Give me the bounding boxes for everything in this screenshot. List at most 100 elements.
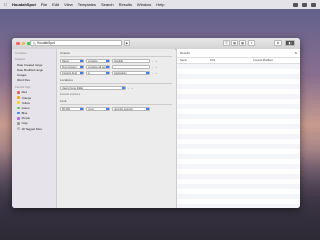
menu-templates[interactable]: Templates <box>78 2 96 7</box>
inspector-button[interactable]: ◧ <box>285 40 295 46</box>
operator-select[interactable]: contains <box>86 58 110 64</box>
value-select[interactable]: Application <box>112 70 150 76</box>
divider <box>60 56 172 57</box>
limit-order-select[interactable]: recently opened <box>112 106 150 112</box>
remove-location-icon[interactable]: − <box>128 87 130 90</box>
play-icon: ▶ <box>125 41 129 45</box>
sidebar: Templates Snippets Date Created range Da… <box>12 49 57 208</box>
menu-window[interactable]: Window <box>137 2 151 7</box>
chevron-down-icon <box>122 86 125 90</box>
tag-dot-icon <box>17 111 20 115</box>
view-columns-button[interactable]: ▦ <box>231 40 238 46</box>
criteria-value: Houdah <box>114 59 124 63</box>
sidebar-header-templates: Templates <box>15 52 27 55</box>
tag-label: Red <box>21 90 27 95</box>
exclude-row: Exclude locations <box>60 91 175 97</box>
add-criterion-icon[interactable]: + <box>156 72 158 75</box>
sort-icon[interactable]: ⇅ <box>294 51 297 55</box>
search-input[interactable]: HoudahSpot <box>37 41 55 45</box>
chevron-down-icon <box>146 71 149 75</box>
add-criterion-icon[interactable]: + <box>156 60 158 63</box>
value-field[interactable] <box>112 64 150 70</box>
divider <box>60 83 172 84</box>
tag-dot-icon <box>17 127 20 130</box>
value-field[interactable]: Houdah <box>112 58 150 64</box>
operator-select[interactable]: contains all words <box>86 64 110 70</box>
share-button[interactable]: ⇧ <box>248 40 255 46</box>
menu-help[interactable]: Help <box>156 2 164 7</box>
search-icon <box>33 41 36 45</box>
operator-select[interactable]: is <box>86 70 110 76</box>
chevron-down-icon <box>106 65 109 69</box>
add-location-icon[interactable]: + <box>132 87 134 90</box>
sidebar-item-label: Date Modified range <box>17 67 44 72</box>
sidebar-item-label: Images <box>17 72 27 77</box>
locations-header: Locations <box>60 78 73 82</box>
search-field[interactable]: HoudahSpot <box>30 40 122 46</box>
sidebar-item-label: Date Created range <box>17 62 43 67</box>
minimize-button[interactable] <box>21 41 25 46</box>
menu-view[interactable]: View <box>64 2 73 7</box>
view-gallery-button[interactable]: ▩ <box>239 40 246 46</box>
tag-all-tagged[interactable]: All Tagged Files <box>12 126 56 131</box>
location-select[interactable]: Users home folder <box>60 85 126 91</box>
chevron-down-icon <box>106 71 109 75</box>
limit-unit-select[interactable]: most <box>86 106 110 112</box>
tag-dot-icon <box>17 96 20 99</box>
results-header: Results ⇅ <box>177 49 300 58</box>
sidebar-item-label: Word files <box>17 78 30 83</box>
menu-bar:  HoudahSpot File Edit View Templates Se… <box>0 0 320 9</box>
run-search-button[interactable]: ▶ <box>124 40 130 46</box>
attribute-value: Content Kind <box>62 71 77 75</box>
limit-count-select[interactable]: 50 000 <box>60 106 84 112</box>
remove-criterion-icon[interactable]: − <box>152 66 154 69</box>
app-menu[interactable]: HoudahSpot <box>12 2 36 7</box>
location-value: Users home folder <box>62 86 84 90</box>
results-title: Results <box>180 51 191 55</box>
tag-label: Purple <box>21 116 30 121</box>
chevron-down-icon <box>146 107 149 111</box>
tag-label: Blue <box>21 111 28 116</box>
sidebar-icon: ◧ <box>288 41 292 45</box>
attribute-select[interactable]: Text Content <box>60 64 84 70</box>
column-header-modified[interactable]: Content Modified <box>250 59 273 62</box>
window-controls <box>16 41 31 46</box>
tag-label: All Tagged Files <box>21 126 42 131</box>
remove-criterion-icon[interactable]: − <box>152 60 154 63</box>
remove-criterion-icon[interactable]: − <box>152 72 154 75</box>
gear-icon: ⚙ <box>276 41 280 45</box>
spotlight-icon[interactable] <box>311 2 316 7</box>
limit-count-value: 50 000 <box>62 107 70 111</box>
chevron-down-icon <box>106 107 109 111</box>
status-icons <box>293 2 320 7</box>
menu-edit[interactable]: Edit <box>52 2 59 7</box>
sidebar-header-tags: Favorite Tags <box>15 85 31 89</box>
menu-results[interactable]: Results <box>119 2 132 7</box>
apple-icon[interactable]:  <box>4 2 7 7</box>
sidebar-item-word-files[interactable]: Word files <box>12 78 56 83</box>
action-button[interactable]: ⚙ <box>274 40 282 46</box>
menu-search[interactable]: Search <box>101 2 114 7</box>
view-list-button[interactable]: ☰ <box>223 40 230 46</box>
criteria-row: Content Kind is Application − + <box>60 70 175 76</box>
tag-dot-icon <box>17 116 20 120</box>
exclude-locations-label[interactable]: Exclude locations <box>60 93 80 96</box>
attribute-value: Name <box>62 59 69 63</box>
chevron-down-icon <box>106 59 109 63</box>
attribute-select[interactable]: Content Kind <box>60 70 84 76</box>
operator-value: contains <box>88 59 98 63</box>
attribute-select[interactable]: Name <box>60 58 84 64</box>
criteria-panel: Criteria Name contains Houdah − + Text C… <box>57 49 175 208</box>
column-header-kind[interactable]: Kind <box>207 59 250 62</box>
criteria-value: Application <box>114 71 127 75</box>
menu-file[interactable]: File <box>41 2 47 7</box>
wifi-icon[interactable] <box>293 2 298 7</box>
close-button[interactable] <box>16 41 20 46</box>
tag-label: Orange <box>21 95 32 100</box>
share-icon: ⇧ <box>250 41 253 45</box>
tag-dot-icon <box>17 122 20 125</box>
column-header-name[interactable]: Name <box>177 59 207 62</box>
add-criterion-icon[interactable]: + <box>156 66 158 69</box>
battery-icon[interactable] <box>302 2 307 7</box>
divider <box>60 104 172 105</box>
